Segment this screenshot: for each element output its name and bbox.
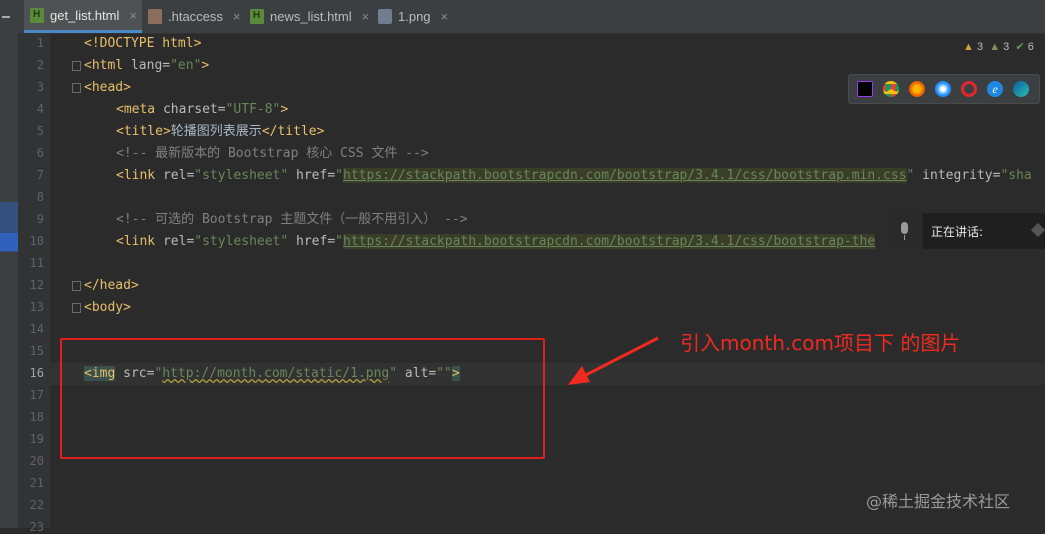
- firefox-icon[interactable]: [909, 81, 925, 97]
- tab-get-list-html[interactable]: get_list.html ×: [24, 0, 142, 33]
- highlight-box: [60, 338, 545, 459]
- code-line-3[interactable]: <head>: [84, 77, 131, 99]
- line-number: 9: [36, 212, 44, 226]
- speech-status: 正在讲话:: [931, 225, 984, 239]
- tab-label: 1.png: [398, 9, 431, 24]
- editor-tab-bar: get_list.html × .htaccess × news_list.ht…: [0, 0, 1045, 34]
- annotation-text: 引入month.com项目下 的图片: [680, 331, 961, 355]
- watermark: @稀土掘金技术社区: [866, 492, 1011, 511]
- tab-label: .htaccess: [168, 9, 223, 24]
- tab-1-png[interactable]: 1.png ×: [378, 0, 458, 33]
- project-sidebar: [0, 33, 18, 528]
- inspection-widget[interactable]: ▲ 3 ▲ 3 ✔ 6: [963, 40, 1034, 53]
- code-line-7[interactable]: <link rel="stylesheet" href="https://sta…: [116, 165, 1032, 187]
- html-file-icon: [30, 7, 44, 23]
- html-file-icon: [250, 9, 264, 24]
- line-number: 3: [36, 80, 44, 94]
- line-number: 2: [36, 58, 44, 72]
- close-icon[interactable]: ×: [362, 9, 370, 24]
- fold-marker[interactable]: [72, 303, 81, 313]
- tab-label: news_list.html: [270, 9, 352, 24]
- code-line-13[interactable]: <body>: [84, 297, 131, 319]
- line-number: 23: [29, 520, 44, 534]
- opera-icon[interactable]: [961, 81, 977, 97]
- close-icon[interactable]: ×: [233, 9, 241, 24]
- line-number: 1: [36, 36, 44, 50]
- code-line-6[interactable]: <!-- 最新版本的 Bootstrap 核心 CSS 文件 -->: [116, 143, 429, 165]
- line-number: 15: [29, 344, 44, 358]
- line-number: 22: [29, 498, 44, 512]
- tool-window-strip: [0, 0, 18, 33]
- speech-indicator-icon: [1030, 222, 1045, 238]
- htaccess-file-icon: [148, 9, 162, 24]
- line-number: 10: [29, 234, 44, 248]
- fold-marker[interactable]: [72, 281, 81, 291]
- close-icon[interactable]: ×: [441, 9, 449, 24]
- line-number: 12: [29, 278, 44, 292]
- browser-preview-popup: e: [848, 74, 1040, 104]
- code-line-12[interactable]: </head>: [84, 275, 139, 297]
- line-number: 11: [29, 256, 44, 270]
- line-number: 13: [29, 300, 44, 314]
- line-number: 7: [36, 168, 44, 182]
- code-line-4[interactable]: <meta charset="UTF-8">: [116, 99, 288, 121]
- tab-label: get_list.html: [50, 7, 120, 23]
- edge-icon[interactable]: [1013, 81, 1029, 97]
- speech-widget: 正在讲话:: [887, 213, 1045, 249]
- line-number: 19: [29, 432, 44, 446]
- line-number: 21: [29, 476, 44, 490]
- line-number: 17: [29, 388, 44, 402]
- line-number: 8: [36, 190, 44, 204]
- fold-marker[interactable]: [72, 83, 81, 93]
- tab-htaccess[interactable]: .htaccess ×: [148, 0, 243, 33]
- line-number: 18: [29, 410, 44, 424]
- bootstrap-css-link[interactable]: https://stackpath.bootstrapcdn.com/boots…: [343, 168, 907, 183]
- code-line-5[interactable]: <title>轮播图列表展示</title>: [116, 121, 324, 143]
- warning-icon: ▲: [963, 41, 974, 53]
- fold-marker[interactable]: [72, 61, 81, 71]
- line-number: 14: [29, 322, 44, 336]
- code-line-9[interactable]: <!-- 可选的 Bootstrap 主题文件（一般不用引入） -->: [116, 209, 468, 231]
- microphone-icon[interactable]: [887, 213, 923, 249]
- ie-icon[interactable]: e: [987, 81, 1003, 97]
- check-icon: ✔: [1015, 41, 1025, 53]
- line-number: 6: [36, 146, 44, 160]
- line-number: 20: [29, 454, 44, 468]
- line-number: 16: [29, 366, 44, 380]
- code-line-10[interactable]: <link rel="stylesheet" href="https://sta…: [116, 231, 876, 253]
- weak-warning-icon: ▲: [989, 41, 1001, 53]
- tab-news-list-html[interactable]: news_list.html ×: [250, 0, 370, 33]
- minimize-icon[interactable]: [2, 16, 10, 18]
- arrow-icon: [568, 336, 659, 385]
- chrome-icon[interactable]: [883, 81, 899, 97]
- line-number: 5: [36, 124, 44, 138]
- safari-icon[interactable]: [935, 81, 951, 97]
- sidebar-selected-item[interactable]: [0, 233, 18, 251]
- bootstrap-theme-link[interactable]: https://stackpath.bootstrapcdn.com/boots…: [343, 234, 876, 249]
- code-line-2[interactable]: <html lang="en">: [84, 55, 209, 77]
- code-line-1[interactable]: <!DOCTYPE html>: [84, 33, 201, 55]
- close-icon[interactable]: ×: [129, 8, 137, 23]
- line-number: 4: [36, 102, 44, 116]
- phpstorm-icon[interactable]: [857, 81, 873, 97]
- png-file-icon: [378, 9, 392, 24]
